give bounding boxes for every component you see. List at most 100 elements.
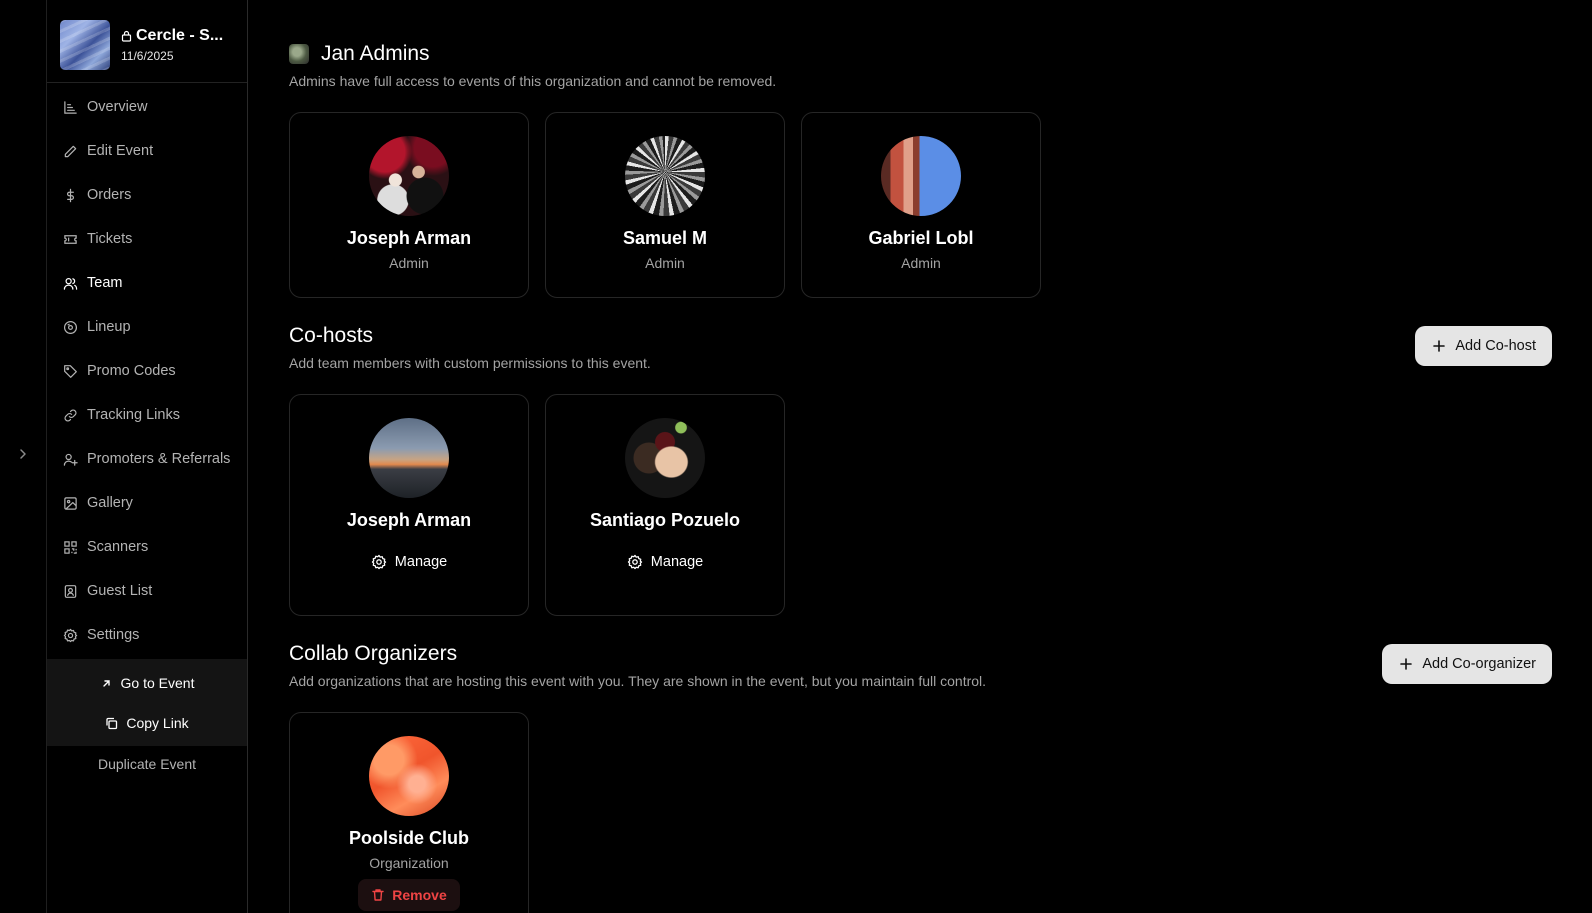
sidebar-item-tracking-links[interactable]: Tracking Links (47, 393, 247, 437)
member-name: Joseph Arman (346, 228, 472, 248)
member-name: Samuel M (622, 228, 708, 248)
sidebar-item-promo-codes[interactable]: Promo Codes (47, 349, 247, 393)
event-date: 11/6/2025 (121, 49, 174, 63)
event-title-row: Cercle - S... (121, 27, 223, 45)
avatar (625, 418, 705, 498)
member-role: Admin (389, 255, 429, 271)
admin-card: Gabriel Lobl Admin (801, 112, 1041, 298)
remove-label: Remove (392, 887, 447, 903)
collab-description: Add organizations that are hosting this … (289, 673, 987, 689)
copy-link-label: Copy Link (126, 715, 189, 731)
member-name: Gabriel Lobl (868, 228, 974, 248)
admins-section-header: Jan Admins Admins have full access to ev… (289, 42, 776, 89)
disc-icon (63, 320, 78, 334)
sidebar-item-team[interactable]: Team (47, 261, 247, 305)
organization-card: Poolside Club Organization Remove (289, 712, 529, 913)
sidebar-item-label: Tracking Links (87, 407, 180, 423)
sidebar-item-promoters-referrals[interactable]: Promoters & Referrals (47, 437, 247, 481)
copy-link-button[interactable]: Copy Link (47, 703, 247, 743)
tag-icon (64, 364, 77, 378)
admin-card: Samuel M Admin (545, 112, 785, 298)
sidebar-item-guest-list[interactable]: Guest List (47, 569, 247, 613)
arrow-up-right-icon (102, 679, 110, 687)
sidebar-item-label: Guest List (87, 583, 153, 599)
sidebar-item-label: Edit Event (87, 143, 154, 159)
admins-description: Admins have full access to events of thi… (289, 73, 777, 89)
duplicate-event-label: Duplicate Event (97, 756, 197, 772)
organization-avatar (289, 44, 309, 64)
ticket-icon (64, 234, 77, 244)
admins-title: Jan Admins (321, 42, 430, 65)
sidebar-item-settings[interactable]: Settings (47, 613, 247, 657)
chevron-right-icon[interactable] (15, 446, 31, 462)
remove-button[interactable]: Remove (358, 879, 460, 911)
manage-label: Manage (394, 554, 448, 570)
cohost-card: Joseph Arman Manage (289, 394, 529, 616)
contact-icon (64, 584, 77, 598)
image-icon (64, 496, 77, 510)
sidebar-item-label: Gallery (87, 495, 133, 511)
gear-icon (627, 554, 642, 570)
add-coorganizer-label: Add Co-organizer (1422, 656, 1536, 672)
plus-icon (1400, 658, 1413, 670)
sidebar-item-label: Scanners (87, 539, 149, 555)
sidebar-item-label: Settings (87, 627, 140, 643)
add-coorganizer-button[interactable]: Add Co-organizer (1382, 644, 1552, 684)
gear-icon (63, 628, 78, 642)
manage-button[interactable]: Manage (627, 554, 703, 570)
sidebar-item-overview[interactable]: Overview (47, 85, 247, 129)
collab-section-header: Collab Organizers Add organizations that… (289, 642, 986, 689)
sidebar-item-label: Overview (87, 99, 148, 115)
go-to-event-label: Go to Event (120, 675, 195, 691)
avatar (369, 136, 449, 216)
avatar (881, 136, 961, 216)
event-title: Cercle - S... (136, 27, 224, 44)
member-role: Admin (645, 255, 685, 271)
organization-name: Poolside Club (348, 828, 469, 848)
sidebar-item-label: Orders (87, 187, 132, 203)
collapsed-rail (0, 0, 47, 913)
sidebar-item-label: Promoters & Referrals (87, 451, 231, 467)
manage-button[interactable]: Manage (371, 554, 447, 570)
member-name: Joseph Arman (346, 510, 472, 530)
lock-icon (121, 30, 132, 42)
sidebar-item-orders[interactable]: Orders (47, 173, 247, 217)
event-thumbnail (60, 20, 110, 70)
sidebar-nav: Overview Edit Event Orders Tickets Team … (47, 83, 247, 782)
cohosts-section-header: Co-hosts Add team members with custom pe… (289, 324, 651, 371)
qr-icon (64, 540, 77, 554)
collab-title: Collab Organizers (289, 642, 458, 665)
dollar-icon (67, 188, 74, 202)
member-name: Santiago Pozuelo (589, 510, 740, 530)
gear-icon (371, 554, 386, 570)
chart-icon (64, 100, 77, 114)
sidebar-item-gallery[interactable]: Gallery (47, 481, 247, 525)
sidebar-item-lineup[interactable]: Lineup (47, 305, 247, 349)
sidebar-item-scanners[interactable]: Scanners (47, 525, 247, 569)
event-header[interactable]: Cercle - S... 11/6/2025 (47, 0, 247, 83)
cohost-card: Santiago Pozuelo Manage (545, 394, 785, 616)
add-cohost-button[interactable]: Add Co-host (1415, 326, 1552, 366)
member-role: Admin (901, 255, 941, 271)
event-sidebar: Cercle - S... 11/6/2025 Overview Edit Ev… (47, 0, 248, 913)
cohosts-title: Co-hosts (289, 324, 374, 347)
avatar (625, 136, 705, 216)
sidebar-item-edit-event[interactable]: Edit Event (47, 129, 247, 173)
sidebar-item-label: Lineup (87, 319, 131, 335)
sidebar-item-tickets[interactable]: Tickets (47, 217, 247, 261)
go-to-event-link[interactable]: Go to Event (47, 663, 247, 703)
duplicate-event-button[interactable]: Duplicate Event (47, 746, 247, 782)
cohosts-description: Add team members with custom permissions… (289, 355, 651, 371)
manage-label: Manage (650, 554, 704, 570)
link-icon (64, 408, 77, 422)
user-plus-icon (63, 453, 78, 466)
admin-card: Joseph Arman Admin (289, 112, 529, 298)
add-cohost-label: Add Co-host (1455, 338, 1536, 354)
pencil-icon (64, 145, 77, 157)
trash-icon (372, 889, 384, 901)
avatar (369, 736, 449, 816)
sidebar-item-label: Promo Codes (87, 363, 176, 379)
sidebar-item-label: Team (87, 275, 123, 291)
plus-icon (1433, 340, 1446, 352)
organization-role: Organization (369, 855, 449, 871)
